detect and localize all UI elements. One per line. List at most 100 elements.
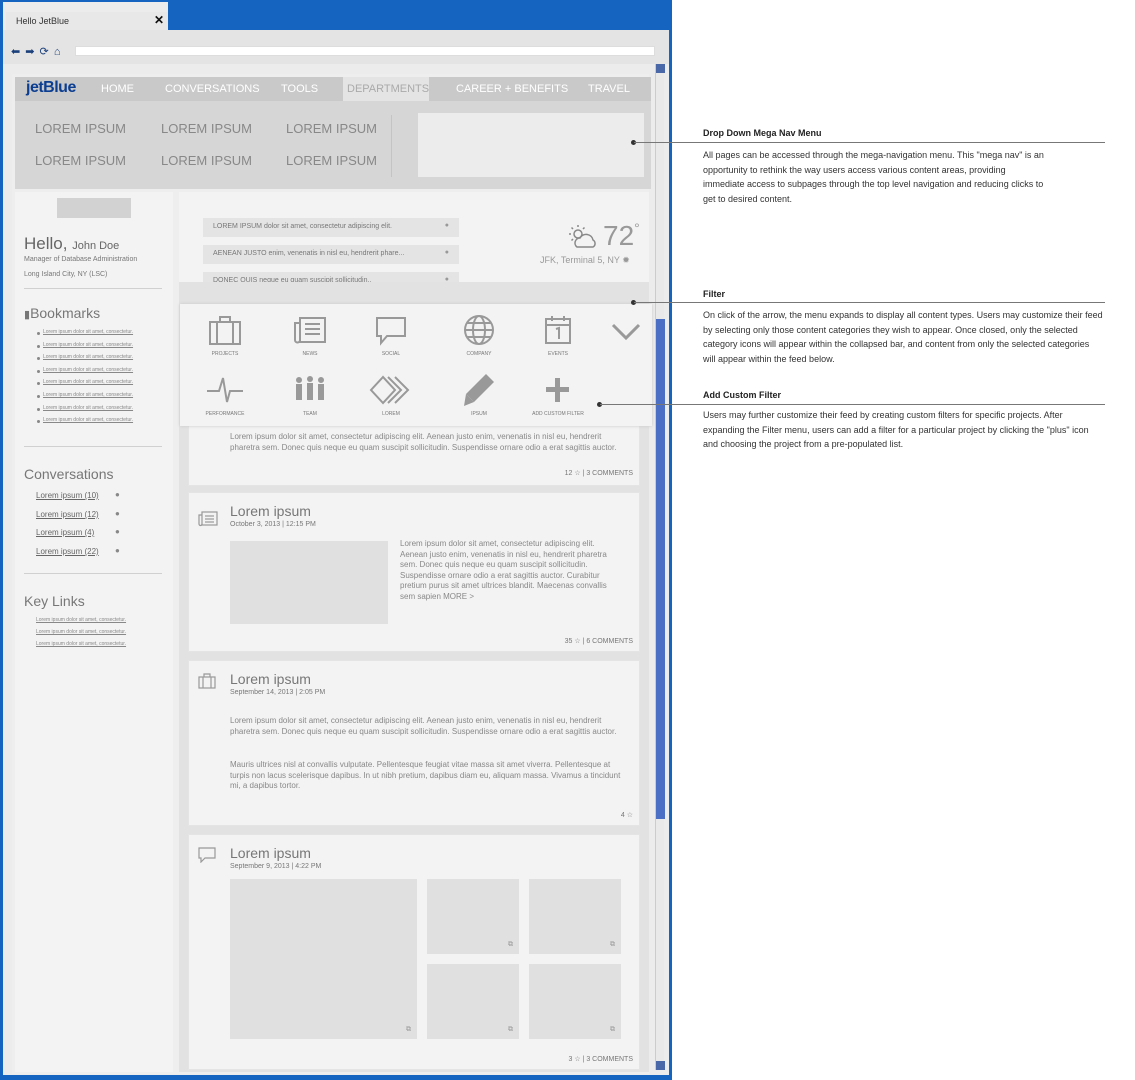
card-body-text: Lorem ipsum dolor sit amet, consectetur … bbox=[230, 716, 617, 736]
filter-panel: PROJECTS NEWS SOCIAL COMPANY EVENTS PERF… bbox=[180, 304, 652, 426]
bookmark-link[interactable]: Lorem ipsum dolor sit amet, consectetur. bbox=[37, 329, 133, 342]
divider bbox=[24, 288, 162, 289]
key-link[interactable]: Lorem ipsum dolor sit amet, consectetur. bbox=[36, 641, 126, 647]
card-title[interactable]: Lorem ipsum bbox=[230, 845, 311, 861]
pencil-icon bbox=[464, 374, 494, 406]
mega-link[interactable]: LOREM IPSUM bbox=[35, 153, 126, 168]
filter-projects[interactable]: PROJECTS bbox=[185, 312, 265, 357]
conversation-link[interactable]: Lorem ipsum (10) bbox=[36, 491, 99, 500]
conversation-link[interactable]: Lorem ipsum (22) bbox=[36, 547, 99, 556]
card-body-text: Lorem ipsum dolor sit amet, consectetur … bbox=[230, 432, 617, 452]
annotation-body: On click of the arrow, the menu expands … bbox=[703, 310, 1103, 364]
feed-card: Lorem ipsum dolor sit amet, consectetur … bbox=[188, 420, 640, 486]
external-link-icon[interactable]: ⧉ bbox=[610, 941, 615, 949]
card-title[interactable]: Lorem ipsum bbox=[230, 671, 311, 687]
scrollbar[interactable] bbox=[655, 64, 665, 1070]
key-links-heading: Key Links bbox=[24, 593, 85, 609]
annotation-rule bbox=[703, 142, 1105, 143]
nav-conversations[interactable]: CONVERSATIONS bbox=[165, 83, 260, 95]
nav-career-benefits[interactable]: CAREER + BENEFITS bbox=[456, 83, 568, 95]
filter-ipsum[interactable]: IPSUM bbox=[439, 372, 519, 417]
image-placeholder[interactable]: ⧉ bbox=[230, 879, 417, 1039]
card-date: October 3, 2013 | 12:15 PM bbox=[230, 521, 316, 528]
filter-news[interactable]: NEWS bbox=[270, 312, 350, 357]
nav-tools[interactable]: TOOLS bbox=[281, 83, 318, 95]
close-icon[interactable]: ✕ bbox=[154, 13, 164, 27]
image-placeholder[interactable]: ⧉ bbox=[427, 964, 519, 1039]
address-bar[interactable] bbox=[75, 46, 655, 56]
filter-lorem[interactable]: LOREM bbox=[351, 372, 431, 417]
image-placeholder[interactable]: ⧉ bbox=[529, 879, 621, 954]
scroll-up-icon[interactable] bbox=[656, 64, 665, 73]
filter-label: PROJECTS bbox=[211, 351, 239, 357]
bookmark-link[interactable]: Lorem ipsum dolor sit amet, consectetur. bbox=[37, 405, 133, 418]
user-location: Long Island City, NY (LSC) bbox=[24, 271, 108, 278]
image-placeholder[interactable]: ⧉ bbox=[529, 964, 621, 1039]
card-stats[interactable]: 12 ☆ | 3 COMMENTS bbox=[565, 469, 633, 477]
feed-card: Lorem ipsum September 9, 2013 | 4:22 PM … bbox=[188, 834, 640, 1070]
browser-nav-icons[interactable]: ⬅ ➡ ⟳ ⌂ bbox=[11, 45, 61, 58]
globe-icon bbox=[464, 315, 494, 345]
card-stats[interactable]: 4 ☆ bbox=[621, 811, 633, 819]
scroll-thumb[interactable] bbox=[656, 319, 665, 819]
external-link-icon[interactable]: ⧉ bbox=[406, 1026, 411, 1034]
external-link-icon[interactable]: ⧉ bbox=[508, 1026, 513, 1034]
tab-title: Hello JetBlue bbox=[16, 16, 70, 26]
filter-team[interactable]: TEAM bbox=[270, 372, 350, 417]
filter-label: SOCIAL bbox=[381, 351, 401, 357]
nav-departments[interactable]: DEPARTMENTS bbox=[347, 83, 429, 95]
user-role: Manager of Database Administration bbox=[24, 256, 138, 263]
image-placeholder[interactable] bbox=[230, 541, 388, 624]
notification-item[interactable]: LOREM IPSUM dolor sit amet, consectetur … bbox=[203, 218, 459, 237]
filter-label: EVENTS bbox=[547, 351, 568, 357]
annotation-rule bbox=[600, 404, 1105, 405]
image-placeholder[interactable]: ⧉ bbox=[427, 879, 519, 954]
bookmarks-title: Bookmarks bbox=[30, 305, 101, 321]
external-link-icon[interactable]: ⧉ bbox=[610, 1026, 615, 1034]
chevron-down-icon[interactable] bbox=[610, 322, 642, 342]
nav-home[interactable]: HOME bbox=[101, 83, 134, 95]
filter-label: LOREM bbox=[382, 411, 400, 417]
conversation-status-icon: ● bbox=[115, 546, 120, 555]
mega-link[interactable]: LOREM IPSUM bbox=[286, 121, 377, 136]
annotation-title: Add Custom Filter bbox=[703, 390, 781, 400]
conversation-link[interactable]: Lorem ipsum (4) bbox=[36, 528, 94, 537]
notification-item[interactable]: AENEAN JUSTO enim, venenatis in nisl eu,… bbox=[203, 245, 459, 264]
bookmark-link[interactable]: Lorem ipsum dolor sit amet, consectetur. bbox=[37, 342, 133, 355]
key-link[interactable]: Lorem ipsum dolor sit amet, consectetur. bbox=[36, 629, 126, 635]
filter-label: NEWS bbox=[302, 351, 318, 357]
filter-social[interactable]: SOCIAL bbox=[351, 312, 431, 357]
logo[interactable]: jetBlue bbox=[26, 79, 76, 97]
mega-link[interactable]: LOREM IPSUM bbox=[161, 153, 252, 168]
browser-tab[interactable]: Hello JetBlue ✕ bbox=[6, 12, 168, 30]
card-body-text: Mauris ultrices nisl at convallis vulput… bbox=[230, 760, 621, 790]
card-title[interactable]: Lorem ipsum bbox=[230, 503, 311, 519]
external-link-icon[interactable]: ⧉ bbox=[508, 941, 513, 949]
mega-nav-dropdown: LOREM IPSUM LOREM IPSUM LOREM IPSUM LORE… bbox=[15, 101, 651, 189]
partly-cloudy-icon bbox=[569, 225, 596, 248]
bookmark-link[interactable]: Lorem ipsum dolor sit amet, consectetur. bbox=[37, 367, 133, 380]
card-stats[interactable]: 3 ☆ | 3 COMMENTS bbox=[569, 1055, 634, 1063]
bookmark-link[interactable]: Lorem ipsum dolor sit amet, consectetur. bbox=[37, 392, 133, 405]
filter-company[interactable]: COMPANY bbox=[439, 312, 519, 357]
mega-link[interactable]: LOREM IPSUM bbox=[286, 153, 377, 168]
add-custom-filter-button[interactable]: ADD CUSTOM FILTER bbox=[518, 372, 598, 417]
filter-performance[interactable]: PERFORMANCE bbox=[185, 372, 265, 417]
pulse-icon bbox=[207, 377, 243, 403]
key-link[interactable]: Lorem ipsum dolor sit amet, consectetur. bbox=[36, 617, 126, 623]
mega-divider bbox=[391, 115, 392, 177]
conversation-link[interactable]: Lorem ipsum (12) bbox=[36, 510, 99, 519]
bookmark-link[interactable]: Lorem ipsum dolor sit amet, consectetur. bbox=[37, 417, 133, 430]
card-stats[interactable]: 35 ☆ | 6 COMMENTS bbox=[565, 637, 633, 645]
mega-link[interactable]: LOREM IPSUM bbox=[35, 121, 126, 136]
scroll-down-icon[interactable] bbox=[656, 1061, 665, 1070]
nav-travel[interactable]: TRAVEL bbox=[588, 83, 630, 95]
conversation-status-icon: ● bbox=[115, 527, 120, 536]
bookmark-link[interactable]: Lorem ipsum dolor sit amet, consectetur. bbox=[37, 354, 133, 367]
gear-icon[interactable]: ✹ bbox=[622, 255, 630, 265]
filter-events[interactable]: EVENTS bbox=[518, 312, 598, 357]
browser-toolbar: ⬅ ➡ ⟳ ⌂ bbox=[3, 30, 669, 64]
mega-link[interactable]: LOREM IPSUM bbox=[161, 121, 252, 136]
briefcase-icon bbox=[209, 316, 241, 345]
bookmark-link[interactable]: Lorem ipsum dolor sit amet, consectetur. bbox=[37, 379, 133, 392]
